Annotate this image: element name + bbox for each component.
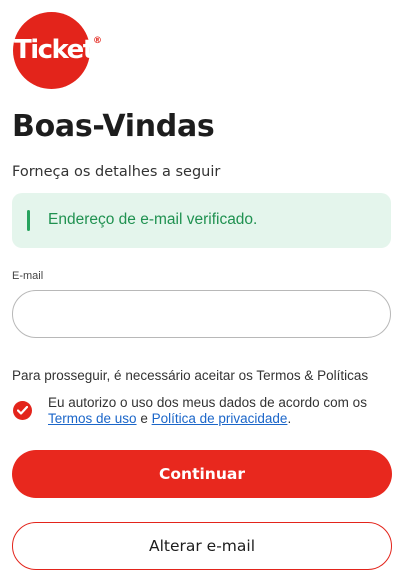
consent-checkbox[interactable] <box>13 401 32 420</box>
privacy-policy-link[interactable]: Política de privacidade <box>152 411 288 426</box>
alert-message: Endereço de e-mail verificado. <box>48 211 258 228</box>
consent-main-text: Eu autorizo o uso dos meus dados de acor… <box>48 395 367 410</box>
check-icon <box>17 406 28 415</box>
consent-text: Eu autorizo o uso dos meus dados de acor… <box>48 395 388 427</box>
page-subtitle: Forneça os detalhes a seguir <box>12 164 221 180</box>
terms-of-use-link[interactable]: Termos de uso <box>48 411 137 426</box>
email-label: E-mail <box>12 270 44 282</box>
terms-info-text: Para prosseguir, é necessário aceitar os… <box>12 368 369 383</box>
change-email-button[interactable]: Alterar e-mail <box>12 522 392 570</box>
email-input[interactable] <box>12 290 391 338</box>
page-title: Boas-Vindas <box>12 109 215 144</box>
logo-text: Ticket <box>14 35 95 65</box>
consent-end: . <box>287 411 292 426</box>
continue-button[interactable]: Continuar <box>12 450 392 498</box>
consent-conjunction: e <box>140 411 148 426</box>
registered-mark: ® <box>93 36 102 46</box>
ticket-logo: Ticket ® <box>13 12 102 89</box>
alert-status-bar <box>27 210 30 231</box>
email-verified-alert: Endereço de e-mail verificado. <box>12 193 391 248</box>
